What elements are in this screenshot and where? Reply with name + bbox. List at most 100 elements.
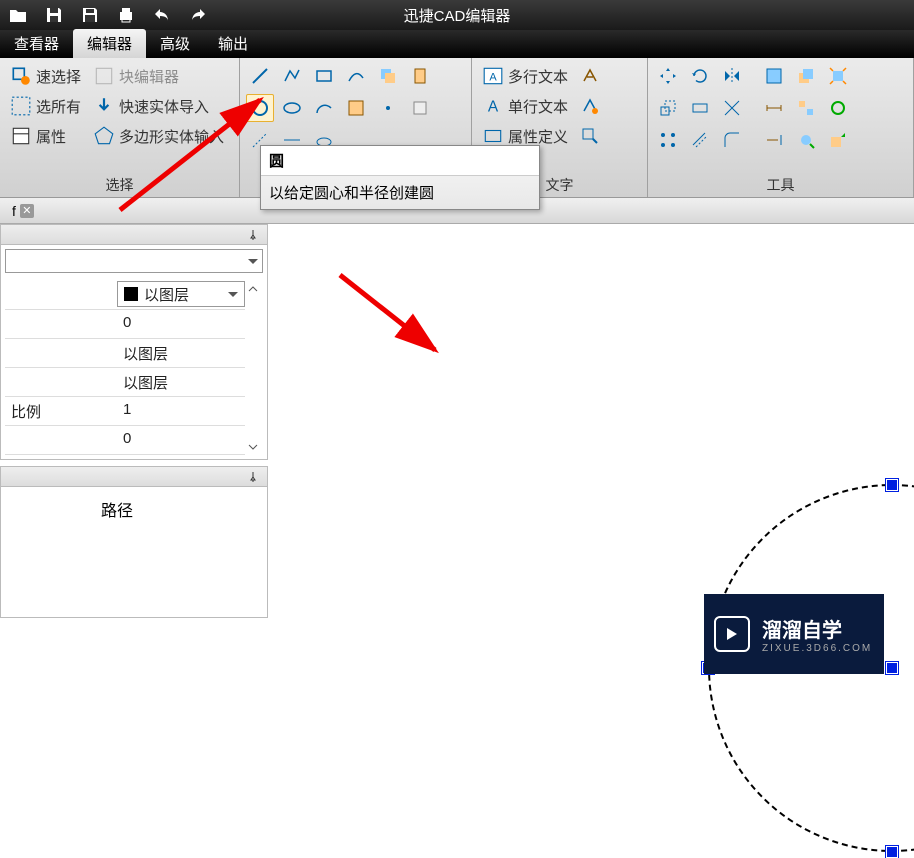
fillet-tool-icon[interactable]	[718, 126, 746, 154]
ellipse-tool-icon[interactable]	[278, 94, 306, 122]
move-tool-icon[interactable]	[654, 62, 682, 90]
prop-value[interactable]: 0	[117, 310, 245, 339]
copy-obj-icon[interactable]	[792, 62, 820, 90]
tree-root[interactable]: 路径	[11, 497, 257, 521]
prop-value[interactable]: 以图层	[117, 368, 245, 397]
file-tab-label: f	[12, 203, 16, 219]
prop-value[interactable]: 0	[117, 426, 245, 455]
tab-advanced[interactable]: 高级	[146, 29, 204, 58]
select-all-button[interactable]: 选所有	[6, 92, 85, 120]
block-editor-button[interactable]: 块编辑器	[89, 62, 228, 90]
watermark-sub: ZIXUE.3D66.COM	[762, 643, 872, 654]
rotate-tool-icon[interactable]	[686, 62, 714, 90]
break-tool-icon[interactable]	[792, 126, 820, 154]
mtext-icon: A	[482, 65, 504, 87]
properties-icon	[10, 125, 32, 147]
ribbon-group-select: 选择	[6, 173, 233, 195]
ungroup-tool-icon[interactable]	[824, 94, 852, 122]
close-icon[interactable]: ✕	[20, 204, 34, 218]
prop-value[interactable]: 以图层	[117, 339, 245, 368]
layer-tool-icon[interactable]	[760, 62, 788, 90]
open-icon[interactable]	[4, 2, 32, 28]
color-swatch	[124, 287, 138, 301]
tab-viewer[interactable]: 查看器	[0, 29, 73, 58]
circle-tool-icon[interactable]	[246, 94, 274, 122]
tab-editor[interactable]: 编辑器	[73, 29, 146, 58]
import-icon	[93, 95, 115, 117]
polygon-input-button[interactable]: 多边形实体输入	[89, 122, 228, 150]
ribbon-group-tools: 工具	[654, 173, 907, 195]
tree-panel: 路径	[0, 466, 268, 618]
grip-center[interactable]	[886, 662, 898, 674]
line-tool-icon[interactable]	[246, 62, 274, 90]
join-tool-icon[interactable]	[824, 126, 852, 154]
save-icon[interactable]	[40, 2, 68, 28]
scroll-down-icon[interactable]	[245, 439, 261, 455]
extend-tool-icon[interactable]	[760, 126, 788, 154]
prop-value[interactable]: 1	[117, 397, 245, 426]
prop-label	[5, 310, 117, 339]
separator	[750, 94, 756, 122]
pin-icon[interactable]	[247, 471, 259, 483]
polygon-input-label: 多边形实体输入	[119, 126, 224, 147]
prop-label-scale: 比例	[5, 397, 117, 426]
attdef-icon	[482, 125, 504, 147]
scroll-up-icon[interactable]	[245, 281, 261, 297]
block-editor-label: 块编辑器	[119, 66, 179, 87]
prop-label	[5, 281, 117, 310]
stretch-tool-icon[interactable]	[686, 94, 714, 122]
scale-tool-icon[interactable]	[654, 94, 682, 122]
offset-tool-icon[interactable]	[686, 126, 714, 154]
pin-icon[interactable]	[247, 229, 259, 241]
polygon-icon	[93, 125, 115, 147]
copy-tool-icon[interactable]	[374, 62, 402, 90]
array-tool-icon[interactable]	[654, 126, 682, 154]
text-edit-icon[interactable]	[576, 92, 604, 120]
layer-dropdown[interactable]: 以图层	[117, 281, 245, 310]
polyline-tool-icon[interactable]	[278, 62, 306, 90]
explode-icon[interactable]	[824, 62, 852, 90]
text-find-icon[interactable]	[576, 122, 604, 150]
insert-tool-icon[interactable]	[406, 94, 434, 122]
chevron-down-icon	[248, 259, 258, 264]
grip-bottom[interactable]	[886, 846, 898, 858]
quick-import-button[interactable]: 快速实体导入	[89, 92, 228, 120]
text-button[interactable]: A 单行文本	[478, 92, 572, 120]
mirror-tool-icon[interactable]	[718, 62, 746, 90]
chevron-down-icon	[228, 292, 238, 297]
properties-button[interactable]: 属性	[6, 122, 85, 150]
prop-label	[5, 368, 117, 397]
file-tab[interactable]: f ✕	[6, 201, 40, 221]
text-label: 单行文本	[508, 96, 568, 117]
mtext-label: 多行文本	[508, 66, 568, 87]
trim-tool-icon[interactable]	[718, 94, 746, 122]
undo-icon[interactable]	[148, 2, 176, 28]
arc-tool-icon[interactable]	[310, 94, 338, 122]
layer-select-label: 以图层	[144, 284, 189, 305]
rectangle-tool-icon[interactable]	[310, 62, 338, 90]
text-style-icon[interactable]	[576, 62, 604, 90]
group-tool-icon[interactable]	[792, 94, 820, 122]
hatch-tool-icon[interactable]	[342, 94, 370, 122]
svg-text:A: A	[488, 99, 499, 116]
spline-tool-icon[interactable]	[342, 62, 370, 90]
quick-select-button[interactable]: 速选择	[6, 62, 85, 90]
watermark: 溜溜自学 ZIXUE.3D66.COM	[704, 594, 884, 674]
object-type-dropdown[interactable]	[5, 249, 263, 273]
print-icon[interactable]	[112, 2, 140, 28]
paste-tool-icon[interactable]	[406, 62, 434, 90]
point-tool-icon[interactable]	[374, 94, 402, 122]
prop-label	[5, 339, 117, 368]
mtext-button[interactable]: A 多行文本	[478, 62, 572, 90]
select-all-label: 选所有	[36, 96, 81, 117]
saveas-icon[interactable]	[76, 2, 104, 28]
watermark-logo-icon	[714, 616, 750, 652]
tooltip-description: 以给定圆心和半径创建圆	[261, 176, 539, 209]
grip-top[interactable]	[886, 479, 898, 491]
select-icon	[10, 65, 32, 87]
dim-tool-icon[interactable]	[760, 94, 788, 122]
tab-output[interactable]: 输出	[204, 29, 262, 58]
redo-icon[interactable]	[184, 2, 212, 28]
separator	[750, 62, 756, 90]
tooltip-title: 圆	[261, 146, 539, 176]
